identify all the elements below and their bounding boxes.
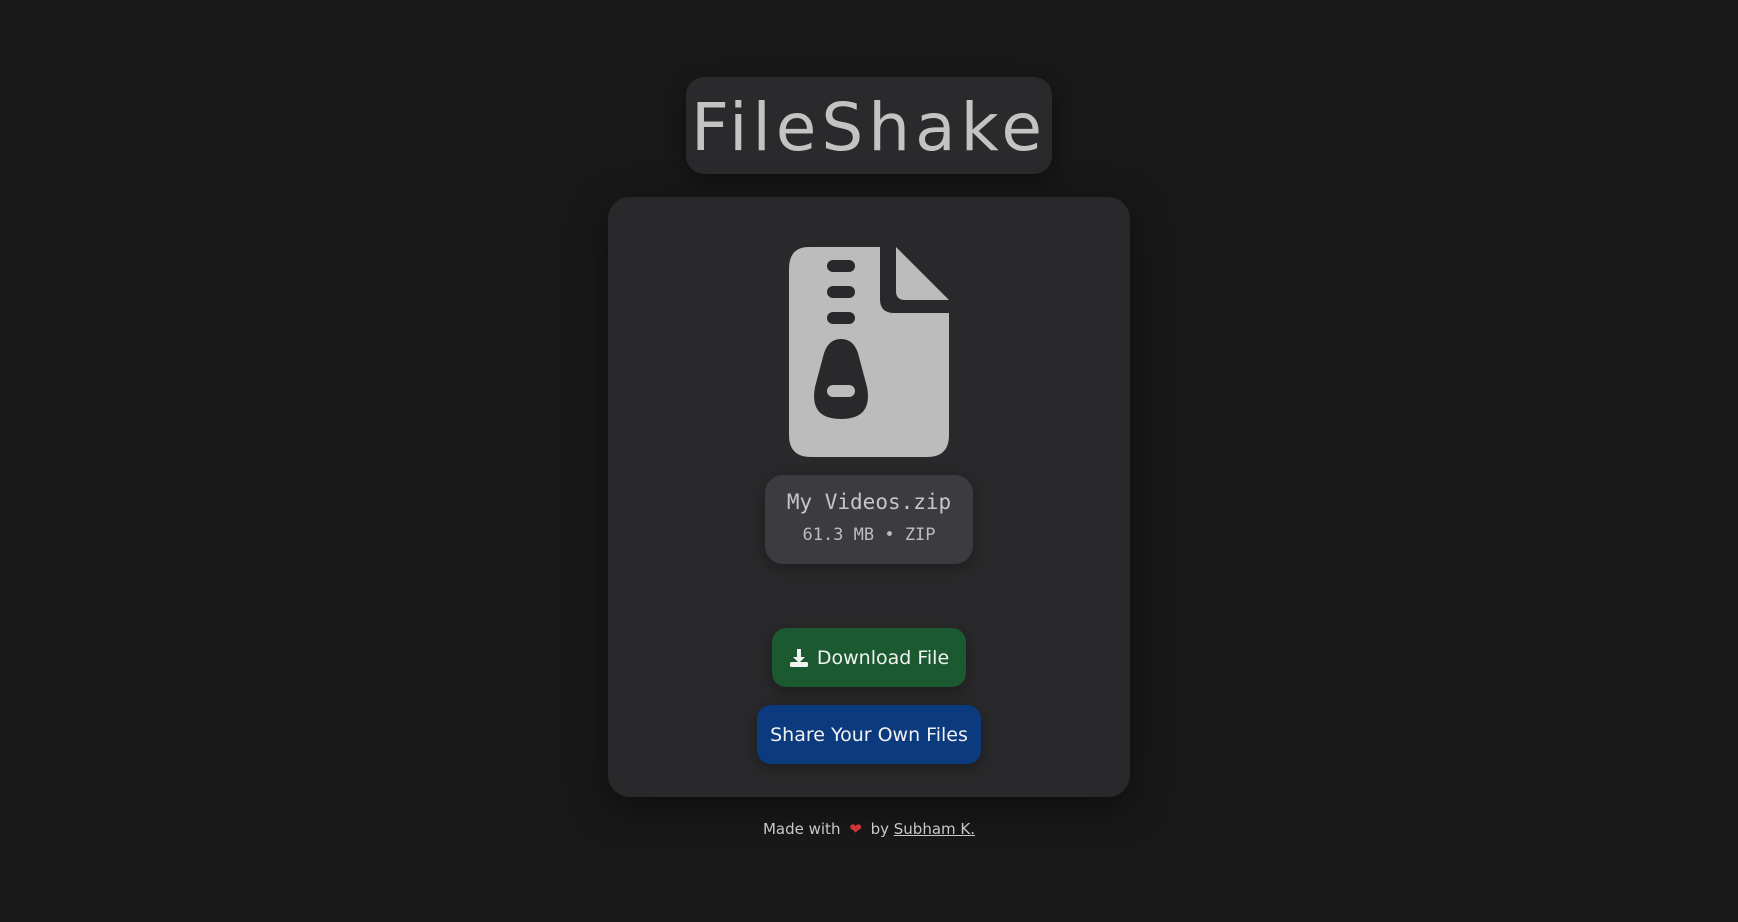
footer-by: by [870, 820, 889, 838]
heart-icon: ❤ [849, 820, 862, 838]
file-zipper-icon [789, 247, 949, 457]
file-info-badge: My Videos.zip 61.3 MB • ZIP [765, 475, 973, 564]
download-icon [789, 648, 808, 667]
app-title: FileShake [690, 88, 1048, 166]
brand-header: FileShake [686, 77, 1052, 174]
download-button-label: Download File [816, 646, 950, 669]
share-button-label: Share Your Own Files [770, 723, 968, 746]
download-file-button[interactable]: Download File [772, 628, 966, 687]
file-name: My Videos.zip [786, 490, 952, 514]
share-files-button[interactable]: Share Your Own Files [757, 705, 981, 764]
footer: Made with ❤ by Subham K. [0, 820, 1738, 838]
file-card: My Videos.zip 61.3 MB • ZIP Download Fil… [608, 197, 1130, 797]
file-meta: 61.3 MB • ZIP [802, 525, 936, 545]
footer-made-with: Made with [762, 820, 841, 838]
author-link[interactable]: Subham K. [894, 820, 975, 838]
page: FileShake My Videos.zip 61.3 MB • ZIP Do… [0, 0, 1738, 922]
